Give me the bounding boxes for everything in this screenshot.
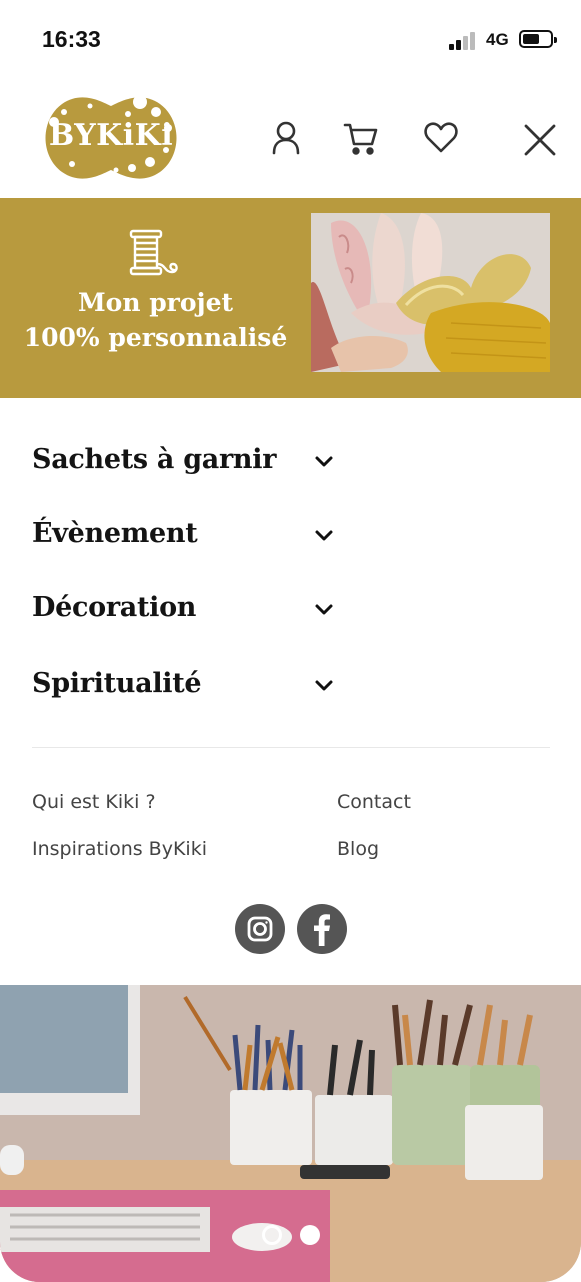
close-icon[interactable] — [520, 120, 560, 160]
network-type: 4G — [486, 30, 509, 49]
mobile-menu-screen: 16:33 4G BYKiKi Mon projet 100% personna… — [0, 0, 581, 1282]
menu-item-label: Décoration — [32, 592, 197, 623]
chevron-down-icon[interactable] — [313, 450, 335, 472]
thread-spool-icon — [128, 228, 184, 278]
chevron-down-icon[interactable] — [313, 598, 335, 620]
promo-line-2: 100% personnalisé — [23, 323, 288, 352]
chevron-down-icon[interactable] — [313, 674, 335, 696]
menu-item-decoration[interactable]: Décoration — [32, 586, 342, 630]
user-icon[interactable] — [266, 118, 306, 158]
fabric-leaves-image — [311, 213, 550, 372]
menu-item-label: Évènement — [32, 518, 198, 549]
logo-text: BYKiKi — [48, 118, 174, 153]
link-contact[interactable]: Contact — [337, 791, 411, 813]
status-bar: 16:33 4G — [0, 0, 581, 80]
carousel-dot-2[interactable] — [300, 1225, 320, 1245]
divider — [32, 747, 550, 748]
promo-text: Mon projet 100% personnalisé — [18, 285, 293, 355]
desk-photo-carousel[interactable] — [0, 985, 581, 1282]
link-inspirations[interactable]: Inspirations ByKiki — [32, 838, 207, 860]
link-blog[interactable]: Blog — [337, 838, 379, 860]
link-qui-est-kiki[interactable]: Qui est Kiki ? — [32, 791, 156, 813]
instagram-icon[interactable] — [235, 904, 285, 954]
heart-icon[interactable] — [421, 118, 461, 158]
facebook-icon[interactable] — [297, 904, 347, 954]
bykiki-logo[interactable]: BYKiKi — [42, 92, 180, 184]
status-time: 16:33 — [42, 26, 101, 52]
promo-line-1: Mon projet — [77, 288, 234, 317]
menu-item-sachets[interactable]: Sachets à garnir — [32, 438, 342, 482]
menu-item-evenement[interactable]: Évènement — [32, 512, 342, 556]
battery-icon — [519, 30, 557, 48]
signal-icon — [449, 32, 481, 50]
chevron-down-icon[interactable] — [313, 524, 335, 546]
menu-item-spiritualite[interactable]: Spiritualité — [32, 662, 342, 706]
carousel-dot-1[interactable] — [262, 1225, 282, 1245]
menu-item-label: Spiritualité — [32, 668, 202, 699]
cart-icon[interactable] — [341, 118, 381, 158]
menu-item-label: Sachets à garnir — [32, 444, 277, 475]
